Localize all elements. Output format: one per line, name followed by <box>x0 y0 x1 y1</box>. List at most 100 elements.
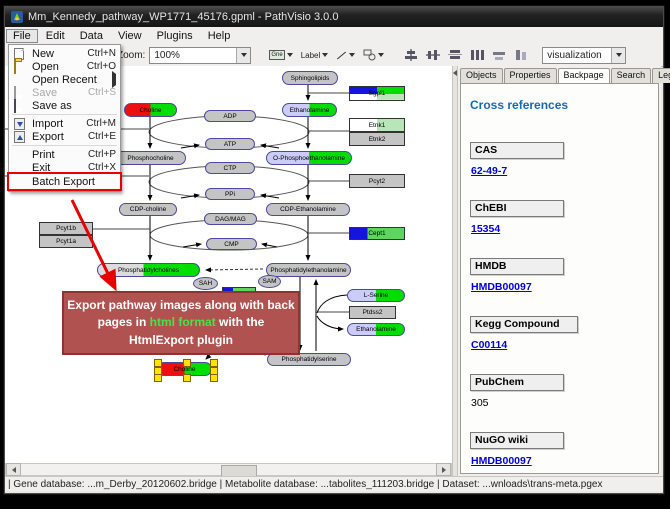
scroll-right-arrow-icon[interactable] <box>436 463 451 476</box>
node-ppi[interactable]: PPi <box>205 188 255 200</box>
xref-value-nugo-wiki[interactable]: HMDB00097 <box>471 455 532 467</box>
menubar-item-edit[interactable]: Edit <box>39 29 72 43</box>
menubar-item-file[interactable]: File <box>6 29 38 43</box>
menu-item-new[interactable]: NewCtrl+N <box>9 47 120 60</box>
align-center-button[interactable] <box>401 46 421 65</box>
node-label: Ethanolamine <box>290 107 330 114</box>
label-dropdown-arrow-icon[interactable] <box>322 53 328 57</box>
menu-item-export[interactable]: ExportCtrl+E <box>9 130 120 143</box>
xref-value-chebi[interactable]: 15354 <box>471 223 500 235</box>
tab-objects[interactable]: Objects <box>460 68 503 83</box>
tab-legend[interactable]: Legend <box>652 68 670 83</box>
canvas-horizontal-scrollbar[interactable] <box>5 463 452 476</box>
shape-tool-button[interactable] <box>360 46 387 65</box>
node-ethanolamine[interactable]: Ethanolamine <box>282 103 337 117</box>
menu-item-label: Export <box>32 131 88 143</box>
callout-line2-post: with the <box>216 315 265 329</box>
selection-handle[interactable] <box>210 359 218 367</box>
node-label: Ethanolamine <box>356 326 396 333</box>
common-height-button[interactable] <box>511 46 531 65</box>
datanode-tool-button[interactable]: Gne <box>266 46 295 65</box>
xref-value-hmdb[interactable]: HMDB00097 <box>471 281 532 293</box>
tab-search[interactable]: Search <box>611 68 652 83</box>
node-label: Sgpl1 <box>369 90 386 97</box>
zoom-combobox[interactable]: 100% <box>149 47 251 64</box>
node-label: CDP-choline <box>130 206 167 213</box>
menu-item-save-as[interactable]: Save as <box>9 99 120 112</box>
node-ptdss2[interactable]: Ptdss2 <box>349 306 396 319</box>
visualization-combobox[interactable]: visualization <box>542 47 626 64</box>
node-atp[interactable]: ATP <box>205 138 255 150</box>
distribute-rows-icon <box>448 49 462 61</box>
menu-item-print[interactable]: PrintCtrl+P <box>9 148 120 161</box>
file-menu: NewCtrl+NOpenCtrl+OOpen RecentSaveCtrl+S… <box>8 44 121 192</box>
node-l-serine[interactable]: L-Serine <box>347 289 405 302</box>
node-phosphatidylcholines[interactable]: Phosphatidylcholines <box>97 263 200 277</box>
xref-section-hmdb: HMDBHMDB00097 <box>470 258 658 307</box>
node-phosphatidylethanolamine[interactable]: Phosphatidylethanolamine <box>266 263 351 277</box>
selection-handle[interactable] <box>183 374 191 382</box>
node-sgpl1[interactable]: Sgpl1 <box>349 86 405 101</box>
menubar-item-help[interactable]: Help <box>201 29 238 43</box>
node-label: ADP <box>223 113 236 120</box>
node-adp[interactable]: ADP <box>204 110 256 122</box>
visualization-dropdown-arrow-icon[interactable] <box>611 48 625 63</box>
distribute-columns-button[interactable] <box>467 46 487 65</box>
status-text: | Gene database: ...m_Derby_20120602.bri… <box>8 479 602 490</box>
zoom-dropdown-arrow-icon[interactable] <box>236 48 250 63</box>
tab-backpage[interactable]: Backpage <box>558 68 610 83</box>
node-dag-mag[interactable]: DAG/MAG <box>204 213 257 225</box>
selection-handle[interactable] <box>183 359 191 367</box>
menu-item-batch-export[interactable]: Batch Export <box>9 174 120 189</box>
common-width-button[interactable] <box>489 46 509 65</box>
menubar-item-view[interactable]: View <box>111 29 149 43</box>
selection-handle[interactable] <box>154 374 162 382</box>
xref-value-cas[interactable]: 62-49-7 <box>471 165 507 177</box>
shape-dropdown-arrow-icon[interactable] <box>378 53 384 57</box>
label-tool-button[interactable]: Label <box>298 46 332 65</box>
menubar-item-data[interactable]: Data <box>73 29 110 43</box>
menubar-item-plugins[interactable]: Plugins <box>150 29 200 43</box>
line-tool-button[interactable] <box>333 46 358 65</box>
node-o-phosphoethanolamine[interactable]: O-Phosphoethanolamine <box>266 151 352 165</box>
node-choline[interactable]: Choline <box>124 103 177 117</box>
title-bar[interactable]: Mm_Kennedy_pathway_WP1771_45176.gpml - P… <box>5 7 663 27</box>
datanode-dropdown-arrow-icon[interactable] <box>287 53 293 57</box>
align-middle-icon <box>426 49 440 61</box>
node-sam[interactable]: SAM <box>258 275 281 288</box>
visualization-value: visualization <box>547 50 601 61</box>
node-pcyt2[interactable]: Pcyt2 <box>349 174 405 188</box>
node-cmp[interactable]: CMP <box>206 238 257 250</box>
node-etnk1[interactable]: Etnk1 <box>349 118 405 132</box>
distribute-columns-icon <box>470 49 484 61</box>
tab-properties[interactable]: Properties <box>504 68 557 83</box>
node-sah[interactable]: SAH <box>193 277 218 290</box>
node-choline[interactable]: Choline <box>157 362 212 376</box>
splitter-collapse-icon[interactable] <box>453 70 457 76</box>
node-ctp[interactable]: CTP <box>205 162 255 174</box>
menu-item-import[interactable]: ImportCtrl+M <box>9 117 120 130</box>
node-cdp-ethanolamine[interactable]: CDP-Ethanolamine <box>266 203 350 216</box>
line-dropdown-arrow-icon[interactable] <box>349 53 355 57</box>
xref-source-label: ChEBI <box>470 200 564 217</box>
menu-item-open-recent[interactable]: Open Recent <box>9 73 120 86</box>
xref-value-kegg-compound[interactable]: C00114 <box>471 339 507 351</box>
selection-handle[interactable] <box>210 374 218 382</box>
backpage-panel: Cross references CAS62-49-7ChEBI15354HMD… <box>460 83 659 474</box>
node-cdp-choline[interactable]: CDP-choline <box>119 203 177 216</box>
distribute-rows-button[interactable] <box>445 46 465 65</box>
node-etnk2[interactable]: Etnk2 <box>349 132 405 146</box>
node-phosphocholine[interactable]: Phosphocholine <box>115 151 186 165</box>
node-cept1[interactable]: Cept1 <box>349 227 405 240</box>
menu-item-open[interactable]: OpenCtrl+O <box>9 60 120 73</box>
scroll-left-arrow-icon[interactable] <box>6 463 21 476</box>
status-bar: | Gene database: ...m_Derby_20120602.bri… <box>5 476 663 491</box>
selection-handle[interactable] <box>154 359 162 367</box>
node-sphingolipids[interactable]: Sphingolipids <box>282 71 338 85</box>
node-pcyt1a[interactable]: Pcyt1a <box>39 235 93 248</box>
align-middle-button[interactable] <box>423 46 443 65</box>
menu-item-exit[interactable]: ExitCtrl+X <box>9 161 120 174</box>
menu-item-label: Save as <box>32 100 116 112</box>
node-pcyt1b[interactable]: Pcyt1b <box>39 222 93 235</box>
node-ethanolamine[interactable]: Ethanolamine <box>347 323 405 336</box>
